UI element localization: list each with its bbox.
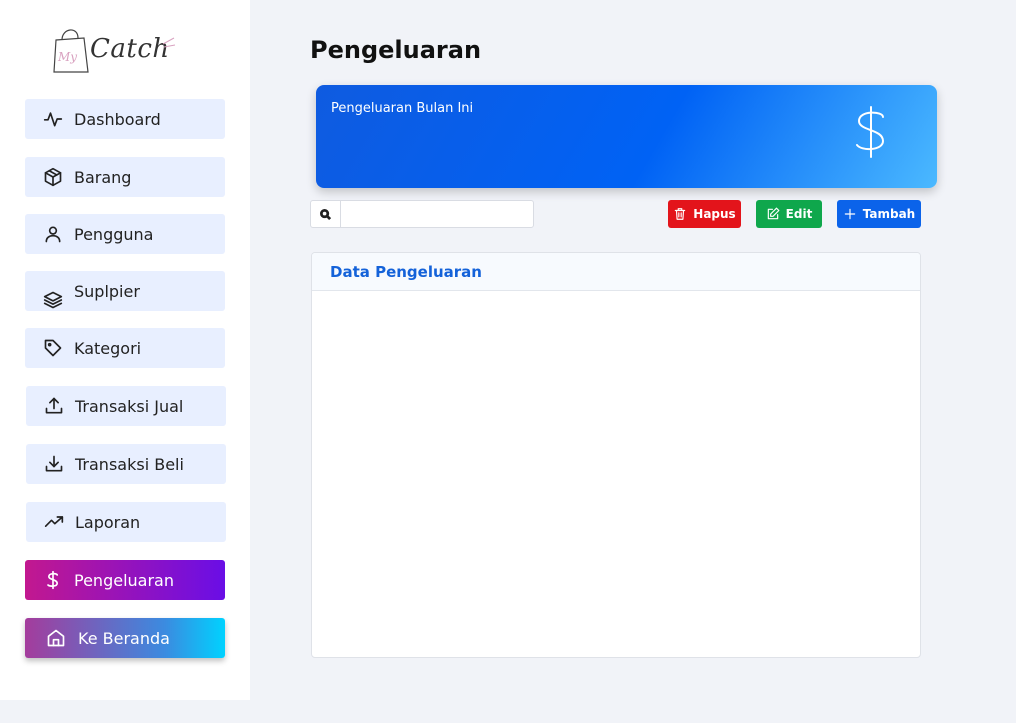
sidebar-item-kategori[interactable]: Kategori <box>25 328 225 368</box>
hapus-button[interactable]: Hapus <box>668 200 741 228</box>
table-header: Data Pengeluaran <box>312 253 920 291</box>
edit-label: Edit <box>785 207 813 221</box>
sidebar-item-pengeluaran[interactable]: Pengeluaran <box>25 560 225 600</box>
upload-icon <box>44 396 64 416</box>
page-title: Pengeluaran <box>310 36 482 64</box>
sidebar-item-transaksi-jual[interactable]: Transaksi Jual <box>26 386 226 426</box>
sidebar-item-laporan[interactable]: Laporan <box>26 502 226 542</box>
user-icon <box>43 224 63 244</box>
trending-up-icon <box>44 512 64 532</box>
sidebar-item-ke-beranda[interactable]: Ke Beranda <box>25 618 225 658</box>
hapus-label: Hapus <box>693 207 736 221</box>
sidebar-item-label: Ke Beranda <box>78 628 170 648</box>
box-icon <box>43 167 63 187</box>
sidebar-item-label: Kategori <box>74 338 142 358</box>
sidebar-item-label: Suplpier <box>74 281 140 301</box>
logo[interactable]: My Catch <box>50 20 180 76</box>
tag-icon <box>43 338 63 358</box>
layers-icon <box>43 290 63 310</box>
sidebar-item-pengguna[interactable]: Pengguna <box>25 214 225 254</box>
sidebar-item-dashboard[interactable]: Dashboard <box>25 99 225 139</box>
home-icon <box>46 628 66 648</box>
search-icon[interactable] <box>311 201 341 227</box>
dollar-icon <box>43 570 63 590</box>
sidebar-item-label: Transaksi Jual <box>75 396 184 416</box>
tambah-label: Tambah <box>862 207 916 221</box>
download-icon <box>44 454 64 474</box>
plus-icon <box>844 208 855 220</box>
edit-button[interactable]: Edit <box>756 200 822 228</box>
activity-icon <box>43 109 63 129</box>
sidebar: My Catch Dashboard Barang Pengguna Suplp… <box>0 0 250 700</box>
logo-prefix: My <box>58 50 78 64</box>
sidebar-item-label: Pengeluaran <box>74 570 174 590</box>
data-table-card: Data Pengeluaran <box>311 252 921 658</box>
sidebar-item-label: Pengguna <box>74 224 154 244</box>
sidebar-item-label: Transaksi Beli <box>75 454 184 474</box>
logo-text: Catch <box>90 34 170 64</box>
footer-strip <box>0 700 1016 723</box>
edit-icon <box>767 207 780 220</box>
sidebar-item-label: Barang <box>74 167 132 187</box>
sidebar-item-label: Dashboard <box>74 109 161 129</box>
table-title: Data Pengeluaran <box>330 262 482 281</box>
summary-label: Pengeluaran Bulan Ini <box>331 101 474 116</box>
sparkle-icon <box>162 37 176 48</box>
dollar-icon <box>853 105 889 159</box>
trash-icon <box>675 208 686 220</box>
summary-card: Pengeluaran Bulan Ini <box>316 85 937 188</box>
tambah-button[interactable]: Tambah <box>837 200 921 228</box>
search-box <box>310 200 534 228</box>
table-body <box>312 291 920 657</box>
sidebar-item-suplpier[interactable]: Suplpier <box>25 271 225 311</box>
sidebar-item-label: Laporan <box>75 512 141 532</box>
sidebar-item-barang[interactable]: Barang <box>25 157 225 197</box>
search-input[interactable] <box>341 201 533 227</box>
sidebar-item-transaksi-beli[interactable]: Transaksi Beli <box>26 444 226 484</box>
shopping-bag-icon <box>53 29 89 73</box>
